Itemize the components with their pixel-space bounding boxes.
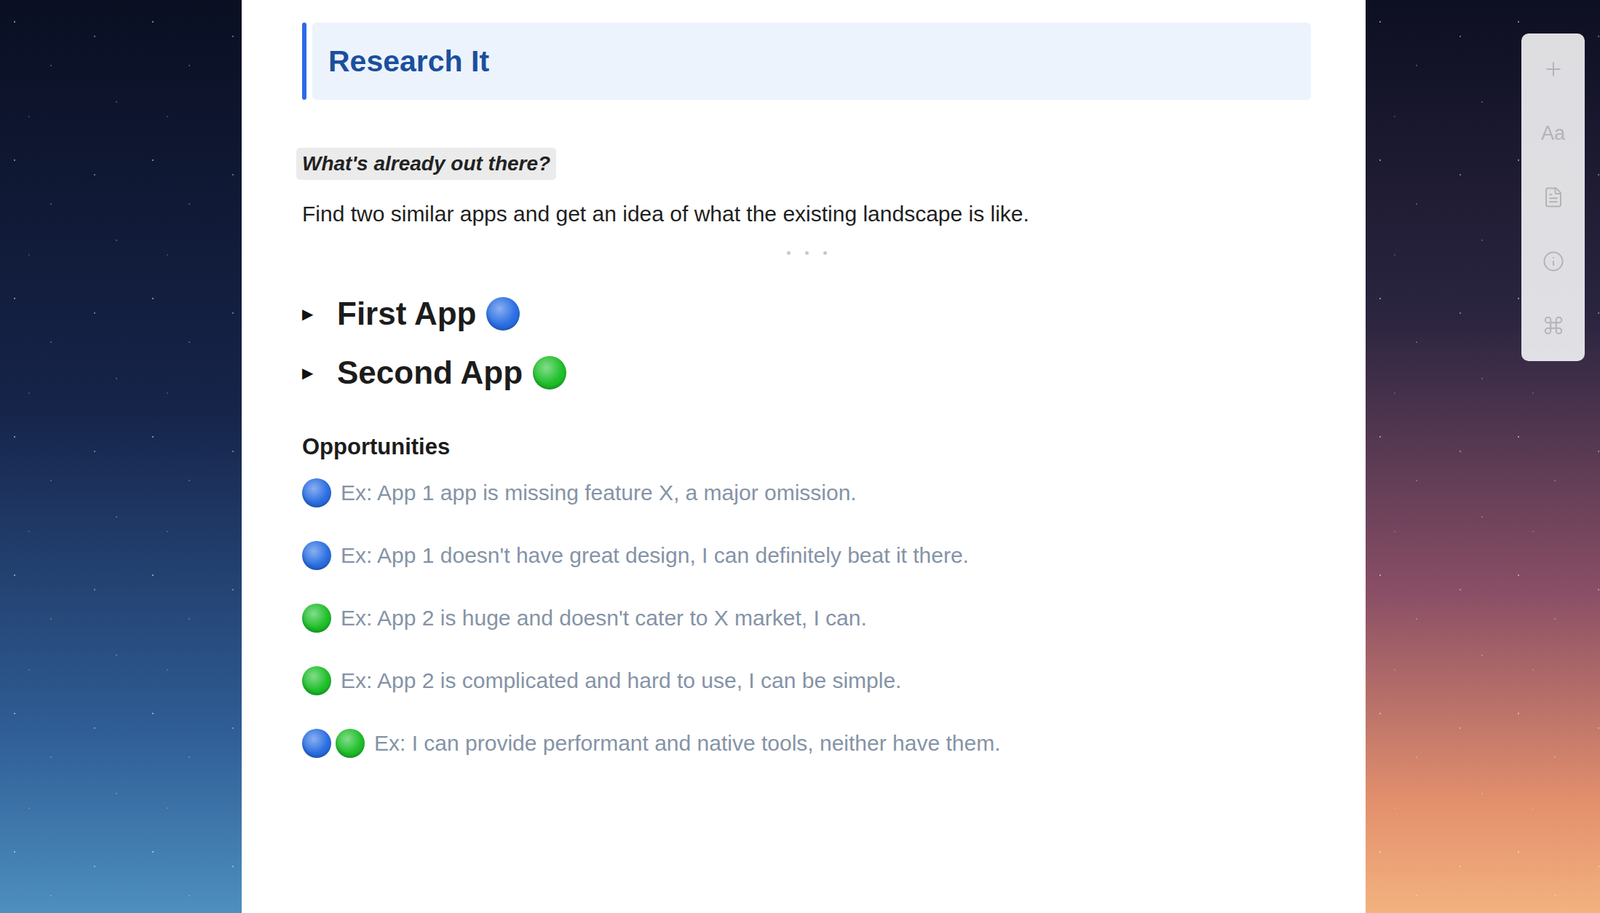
command-icon	[1542, 314, 1565, 337]
toggle-row[interactable]: ▶First App	[302, 283, 1312, 343]
opportunity-markers	[302, 728, 365, 758]
section-label: What's already out there?	[296, 147, 557, 180]
opportunity-text: Ex: App 2 is complicated and hard to use…	[340, 665, 902, 696]
app-dot-icon	[302, 603, 332, 633]
opportunity-text: Ex: App 2 is huge and doesn't cater to X…	[340, 602, 867, 634]
background-right: Aa	[1365, 0, 1600, 913]
opportunity-item: Ex: App 1 doesn't have great design, I c…	[302, 540, 1312, 571]
plus-icon	[1542, 58, 1565, 81]
side-toolbar: Aa	[1521, 33, 1585, 362]
shortcuts-button[interactable]	[1521, 293, 1585, 358]
section-description: Find two similar apps and get an idea of…	[302, 198, 1312, 230]
heading-callout: Research It	[302, 22, 1312, 100]
app-dot-icon	[486, 296, 520, 331]
toggle-caret[interactable]: ▶	[302, 305, 338, 323]
opportunity-item: Ex: I can provide performant and native …	[302, 727, 1312, 759]
add-button[interactable]	[1521, 37, 1585, 102]
app-dot-icon	[302, 728, 332, 758]
background-left	[0, 0, 242, 913]
opportunity-markers	[302, 603, 332, 633]
info-button[interactable]	[1521, 229, 1585, 294]
divider-dot	[823, 251, 827, 255]
opportunity-markers	[302, 666, 332, 696]
opportunity-markers	[302, 540, 332, 570]
opportunities-title: Opportunities	[302, 433, 1312, 461]
app-dot-icon	[532, 355, 567, 390]
opportunities-list: Ex: App 1 app is missing feature X, a ma…	[302, 477, 1312, 759]
opportunity-item: Ex: App 1 app is missing feature X, a ma…	[302, 477, 1312, 509]
document: Research It What's already out there? Find…	[241, 0, 1366, 913]
opportunity-item: Ex: App 2 is huge and doesn't cater to X…	[302, 602, 1312, 634]
toggle-label: Second App	[337, 354, 523, 391]
app-dot-icon	[302, 540, 332, 570]
toggle-label: First App	[337, 295, 477, 332]
document-button[interactable]	[1521, 165, 1585, 230]
opportunity-item: Ex: App 2 is complicated and hard to use…	[302, 665, 1312, 696]
document-icon	[1542, 186, 1565, 209]
divider-dot	[805, 251, 809, 255]
callout-body: Research It	[312, 22, 1312, 100]
opportunity-text: Ex: I can provide performant and native …	[374, 727, 1001, 759]
format-button[interactable]: Aa	[1521, 101, 1585, 166]
info-icon	[1542, 250, 1565, 273]
opportunity-text: Ex: App 1 app is missing feature X, a ma…	[340, 477, 857, 509]
toggle-row[interactable]: ▶Second App	[302, 342, 1312, 402]
app-dot-icon	[335, 728, 365, 758]
opportunity-text: Ex: App 1 doesn't have great design, I c…	[340, 540, 969, 571]
callout-bar	[302, 22, 307, 100]
app-dot-icon	[302, 666, 332, 696]
toggle-caret[interactable]: ▶	[302, 363, 338, 382]
heading-title: Research It	[328, 44, 490, 79]
opportunity-markers	[302, 478, 332, 508]
page: Research It What's already out there? Find…	[0, 0, 1600, 913]
divider	[302, 251, 1312, 255]
app-dot-icon	[302, 478, 332, 508]
divider-dot	[786, 251, 791, 255]
